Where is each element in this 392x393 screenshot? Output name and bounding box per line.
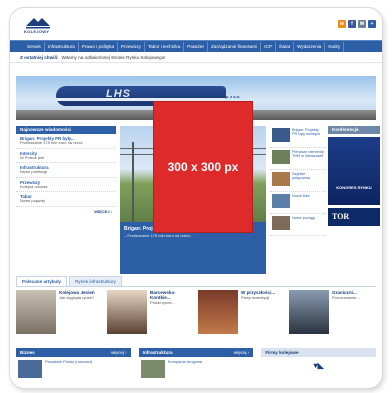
section-title: Biznes — [20, 350, 35, 355]
list-item[interactable]: Przewozy Kolejna umowa — [16, 178, 116, 193]
list-item[interactable]: Infrastruktura Nowe przetargi — [16, 163, 116, 178]
list-item[interactable]: Brigan: Projekty PR były... Przekazanie … — [16, 134, 116, 149]
thumbnail-image — [272, 194, 290, 208]
section-header: Infrastruktura więcej › — [138, 348, 254, 357]
list-item[interactable]: Nowe pociągi — [270, 214, 326, 236]
thumbnail-image — [140, 360, 165, 378]
nav-item-wydarzenia[interactable]: Wydarzenia — [294, 41, 326, 52]
related-list: Brigan: Projekty PR były wiodące Pierwsz… — [270, 126, 326, 274]
nav-item-swiat[interactable]: Świat — [276, 41, 295, 52]
news-desc: Nowe pojazdy — [20, 198, 46, 204]
article-desc: Plany inwestycji — [241, 295, 270, 300]
news-ticker: Z ostatniej chwili: Witamy na odświeżone… — [10, 53, 382, 63]
section-title: Infrastruktura — [142, 350, 173, 355]
section-firmy: Firmy kolejowe ▾◣ — [261, 348, 377, 382]
list-item[interactable]: Intercity W Polsce jest — [16, 149, 116, 164]
list-item[interactable]: Nowa linia — [270, 192, 326, 214]
article-image — [289, 290, 329, 334]
list-item-text[interactable]: Pierwsze elementy TMH w Warszawie — [292, 150, 324, 167]
rss-icon[interactable]: ≋ — [338, 20, 346, 28]
article-image — [107, 290, 147, 334]
thumbnail-image — [272, 172, 290, 186]
list-item[interactable]: Szybkie połączenia — [270, 170, 326, 192]
banner-caption: PKP Linia Hutnicza Szerokotorowa sp. z o… — [156, 94, 241, 99]
recommended-articles: Kolejowa Jesień Jak wygląda rynek? Barce… — [16, 290, 376, 338]
thumbnail-image — [18, 360, 42, 378]
nav-item-icp[interactable]: ICP — [261, 41, 276, 52]
nav-item-infrastruktura[interactable]: Infrastruktura — [45, 41, 79, 52]
ticker-label: Z ostatniej chwili: — [20, 55, 59, 60]
social-icons: ≋ f ✉ + — [338, 20, 376, 28]
list-item-text[interactable]: Nowe pociągi — [292, 216, 315, 233]
section-header: Biznes więcej › — [16, 348, 131, 357]
article-image — [198, 290, 238, 334]
facebook-icon[interactable]: f — [348, 20, 356, 28]
article-desc: Jak wygląda rynek? — [59, 295, 95, 300]
thumbnail-image — [272, 216, 290, 230]
more-news-link[interactable]: WIĘCEJ › — [16, 207, 116, 216]
mail-icon[interactable]: ✉ — [358, 20, 366, 28]
list-item-text[interactable]: Szybkie połączenia — [292, 172, 324, 189]
news-desc: Przekazanie 175 mln euro na rzecz — [20, 140, 83, 145]
tab-rynek[interactable]: Rynek infrastruktury — [69, 276, 122, 286]
tor-ad[interactable]: TOR — [328, 208, 380, 226]
tab-polecane[interactable]: Polecane artykuły — [16, 276, 68, 286]
article-card[interactable]: Graniczni... Porozumienie... — [289, 290, 376, 338]
logo-text: KOLEJOWY — [24, 29, 50, 34]
section-item-text[interactable]: Kompania drogowa — [168, 359, 202, 378]
kongres-ad[interactable]: KONGRES RYNKU — [328, 137, 380, 205]
list-item[interactable]: Tabor Nowe pojazdy — [16, 192, 116, 207]
main-navigation: Serwis Infrastruktura Prawo i polityka P… — [10, 40, 382, 52]
nav-item-prawo[interactable]: Prawo i polityka — [79, 41, 119, 52]
list-item[interactable]: Pierwsze elementy TMH w Warszawie — [270, 148, 326, 170]
article-desc: Polski rynek... — [150, 300, 175, 305]
list-item[interactable]: Brigan: Projekty PR były wiodące — [270, 126, 326, 148]
section-title: Firmy kolejowe — [265, 350, 299, 355]
section-more-link[interactable]: więcej › — [111, 350, 127, 355]
latest-news-header: Najnowsze wiadomości — [16, 126, 116, 134]
section-infrastruktura: Infrastruktura więcej › Kompania drogowa — [138, 348, 254, 382]
section-body: Kompania drogowa — [139, 357, 254, 381]
article-card[interactable]: Kolejowa Jesień Jak wygląda rynek? — [16, 290, 103, 338]
conferences-header: Konferencje — [328, 126, 380, 134]
nav-item-kadry[interactable]: Kadry — [325, 41, 345, 52]
company-logo-icon[interactable]: ▾◣ — [304, 361, 334, 375]
section-biznes: Biznes więcej › Pewaknik Polski (nowości… — [16, 348, 131, 382]
article-card[interactable]: W przyszłości... Plany inwestycji — [198, 290, 285, 338]
nav-item-zarzadzanie[interactable]: Zarządzanie finansami — [208, 41, 262, 52]
list-item-text[interactable]: Brigan: Projekty PR były wiodące — [292, 128, 324, 145]
thumbnail-image — [272, 128, 290, 142]
banner-brand: LHS — [106, 88, 131, 100]
section-item-text[interactable]: Pewaknik Polski (nowości) — [45, 359, 92, 378]
section-more-link[interactable]: więcej › — [234, 350, 250, 355]
ticker-text[interactable]: Witamy na odświeżonej stronie Rynku Kole… — [62, 55, 166, 60]
featured-body: – Przekazanie 175 mln euro na rzecz... — [124, 233, 194, 238]
news-desc: W Polsce jest — [20, 154, 45, 160]
thumbnail-image — [272, 150, 290, 164]
bottom-sections: Biznes więcej › Pewaknik Polski (nowości… — [16, 348, 377, 382]
article-image — [16, 290, 56, 334]
nav-item-przewozy[interactable]: Przewozy — [118, 41, 145, 52]
article-title[interactable]: Barcewska-Kontkie... — [150, 290, 194, 300]
nav-item-serwis[interactable]: Serwis — [24, 41, 45, 52]
article-tabs: Polecane artykuły Rynek infrastruktury — [16, 276, 122, 286]
nav-item-pasazer[interactable]: Pasażer — [184, 41, 208, 52]
news-desc: Nowe przetargi — [20, 169, 47, 175]
ad-placeholder[interactable]: 300 x 300 px — [154, 102, 252, 232]
nav-item-tabor[interactable]: Tabor i technika — [145, 41, 185, 52]
tab-divider — [16, 286, 376, 287]
news-desc: Kolejna umowa — [20, 183, 48, 189]
pole-line — [132, 142, 134, 222]
conferences-column: Konferencje KONGRES RYNKU TOR — [328, 126, 380, 274]
section-header: Firmy kolejowe — [261, 348, 377, 357]
site-header: KOLEJOWY ≋ f ✉ + — [10, 8, 382, 38]
other-icon[interactable]: + — [368, 20, 376, 28]
article-desc: Porozumienie... — [332, 295, 360, 300]
latest-news-column: Najnowsze wiadomości Brigan: Projekty PR… — [16, 126, 116, 274]
list-item-text[interactable]: Nowa linia — [292, 194, 310, 211]
page-frame: KOLEJOWY ≋ f ✉ + Serwis Infrastruktura P… — [10, 8, 382, 388]
article-card[interactable]: Barcewska-Kontkie... Polski rynek... — [107, 290, 194, 338]
section-body: Pewaknik Polski (nowości) — [16, 357, 131, 381]
